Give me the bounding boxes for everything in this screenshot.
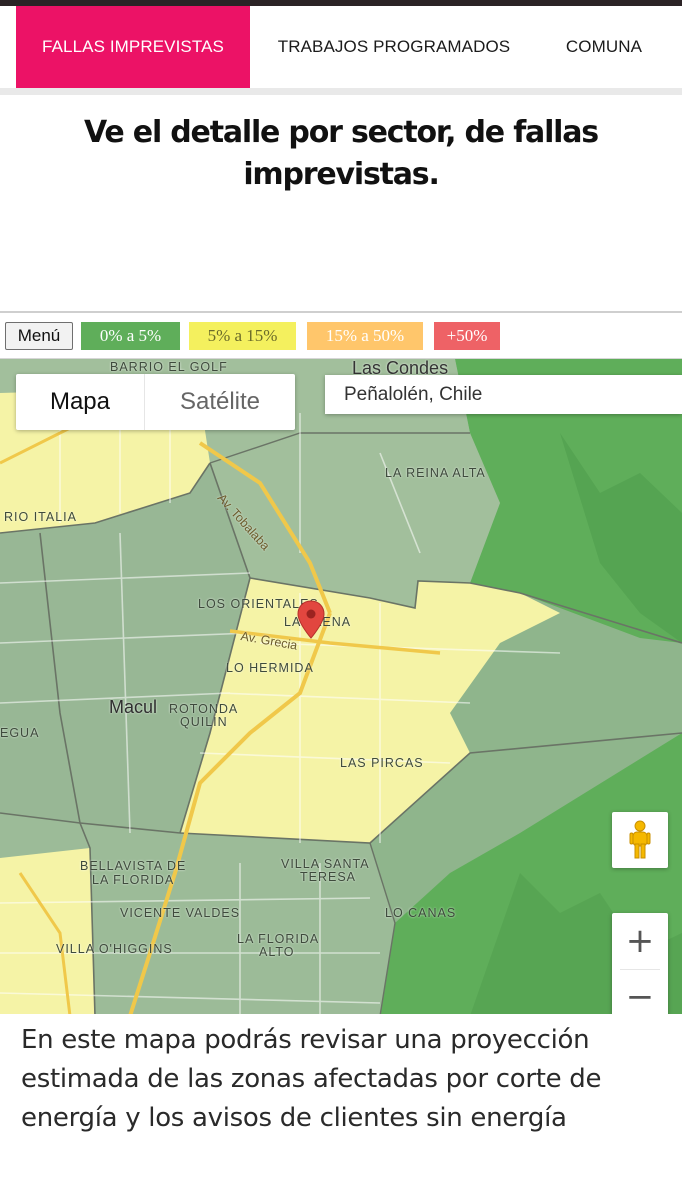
menu-button[interactable]: Menú bbox=[5, 322, 73, 350]
map-label-barrio-el-golf: BARRIO EL GOLF bbox=[110, 360, 228, 374]
map-search-input[interactable]: Peñalolén, Chile bbox=[325, 375, 682, 414]
tab-comuna[interactable]: COMUNA bbox=[548, 6, 660, 88]
map-type-satelite[interactable]: Satélite bbox=[144, 374, 295, 430]
legend-chip-0-5: 0% a 5% bbox=[81, 322, 180, 350]
map-label-villa-santa: VILLA SANTA bbox=[281, 857, 370, 871]
map-type-mapa[interactable]: Mapa bbox=[16, 374, 144, 430]
zoom-control: + − bbox=[612, 913, 668, 1014]
map-label-rotonda: ROTONDA bbox=[169, 702, 239, 716]
map-description: En este mapa podrás revisar una proyecci… bbox=[21, 1025, 602, 1133]
tab-divider bbox=[0, 88, 682, 95]
outage-map[interactable]: Menú 0% a 5% 5% a 15% 15% a 50% +50% BAR… bbox=[0, 311, 682, 1014]
map-label-bellavista: BELLAVISTA DE bbox=[80, 859, 187, 873]
tab-bar: FALLAS IMPREVISTAS TRABAJOS PROGRAMADOS … bbox=[0, 6, 682, 88]
legend-chip-5-15: 5% a 15% bbox=[189, 322, 296, 350]
tab-trabajos-programados[interactable]: TRABAJOS PROGRAMADOS bbox=[258, 6, 530, 88]
location-pin-icon[interactable] bbox=[296, 600, 326, 640]
street-view-button[interactable] bbox=[612, 812, 668, 868]
map-label-egua: EGUA bbox=[0, 726, 40, 740]
map-label-vicente-valdes: VICENTE VALDES bbox=[120, 906, 241, 920]
legend-chip-15-50: 15% a 50% bbox=[307, 322, 423, 350]
map-label-lo-hermida: LO HERMIDA bbox=[226, 661, 314, 675]
map-label-las-pircas: LAS PIRCAS bbox=[340, 756, 424, 770]
legend-chip-50-plus: +50% bbox=[434, 322, 500, 350]
map-label-la-florida: LA FLORIDA bbox=[92, 873, 175, 887]
map-label-lo-canas: LO CANAS bbox=[385, 906, 457, 920]
tab-fallas-imprevistas[interactable]: FALLAS IMPREVISTAS bbox=[16, 6, 250, 88]
map-label-la-florida-alto: LA FLORIDA bbox=[237, 932, 320, 946]
map-type-control: Mapa Satélite bbox=[16, 374, 295, 430]
map-label-teresa: TERESA bbox=[300, 870, 357, 884]
map-legend-bar: Menú 0% a 5% 5% a 15% 15% a 50% +50% bbox=[0, 313, 682, 359]
map-label-quilin: QUILIN bbox=[180, 715, 228, 729]
map-label-alto: ALTO bbox=[259, 945, 295, 959]
map-label-macul: Macul bbox=[109, 697, 158, 717]
page-headline: Ve el detalle por sector, de fallas impr… bbox=[84, 115, 599, 192]
zoom-in-button[interactable]: + bbox=[612, 913, 668, 969]
pegman-icon bbox=[629, 820, 651, 859]
map-label-rio-italia: RIO ITALIA bbox=[4, 510, 77, 524]
map-label-villa-ohiggins: VILLA O'HIGGINS bbox=[56, 942, 173, 956]
map-label-la-reina-alta: LA REINA ALTA bbox=[385, 466, 486, 480]
zoom-out-button[interactable]: − bbox=[612, 969, 668, 1014]
